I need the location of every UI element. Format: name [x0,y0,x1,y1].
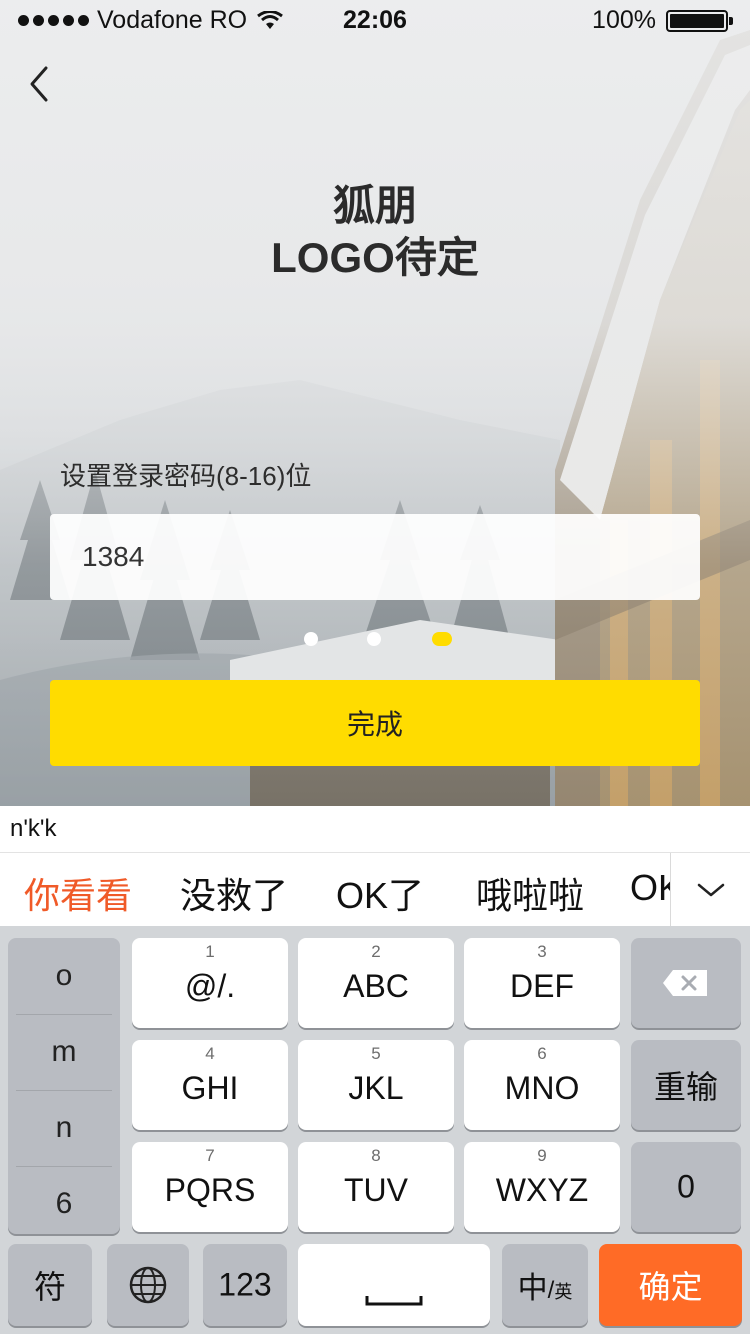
password-label: 设置登录密码(8-16)位 [60,461,312,491]
numbers-label: 123 [218,1266,272,1303]
symbol-key[interactable]: 符 [8,1244,92,1326]
pinyin-selection-column: o m n 6 [8,938,120,1234]
key-9[interactable]: 9 WXYZ [464,1142,620,1232]
key-4[interactable]: 4 GHI [132,1040,288,1130]
key-number: 6 [537,1044,547,1063]
key-8[interactable]: 8 TUV [298,1142,454,1232]
logo-line-1: 狐朋 [332,182,417,229]
language-sub: 英 [554,1282,573,1302]
key-number: 7 [205,1146,215,1165]
key-number: 2 [371,942,381,961]
candidate-item[interactable]: 哦啦啦 [476,867,584,919]
globe-icon [129,1266,167,1304]
key-3[interactable]: 3 DEF [464,938,620,1028]
confirm-key[interactable]: 确定 [599,1244,742,1326]
done-button[interactable]: 完成 [50,680,700,766]
numbers-key[interactable]: 123 [203,1244,287,1326]
key-number: 1 [205,942,215,961]
key-1[interactable]: 1 @/. [132,938,288,1028]
step-indicator [0,632,750,648]
candidate-item[interactable]: OK [630,867,670,909]
pinyin-option[interactable]: o [8,938,120,1014]
back-button[interactable] [22,62,62,106]
chevron-left-icon [30,66,48,102]
ime-composition-text: n'k'k [0,806,750,852]
key-letters: ABC [343,968,409,1004]
pinyin-option[interactable]: m [8,1014,120,1090]
key-7[interactable]: 7 PQRS [132,1142,288,1232]
reenter-label: 重输 [653,1069,718,1105]
logo-line-2: LOGO待定 [271,234,479,281]
chevron-down-icon [697,883,725,897]
key-2[interactable]: 2 ABC [298,938,454,1028]
backspace-icon [663,970,707,996]
key-letters: TUV [344,1172,408,1208]
pinyin-option[interactable]: n [8,1090,120,1166]
app-logo-placeholder: 狐朋 LOGO待定 [0,180,750,284]
step-dot-3-active [432,632,452,646]
candidate-item[interactable]: 没救了 [180,867,288,919]
step-dot-1 [304,632,318,646]
backspace-key[interactable] [631,938,741,1028]
key-number: 3 [537,942,547,961]
key-letters: GHI [181,1070,239,1106]
candidate-list: 你看看 没救了 OK了 哦啦啦 OK [0,853,670,926]
ime-candidate-bar: 你看看 没救了 OK了 哦啦啦 OK [0,852,750,926]
key-letters: @/. [184,968,236,1004]
candidate-item[interactable]: OK了 [336,867,424,919]
symbol-label: 符 [33,1269,66,1305]
key-number: 4 [205,1044,215,1063]
battery-percentage: 100% [592,6,656,34]
key-letters: PQRS [164,1172,256,1208]
language-toggle-key[interactable]: 中/英 [502,1244,588,1326]
step-dot-2 [367,632,381,646]
space-key[interactable] [298,1244,490,1326]
space-icon [365,1296,423,1306]
key-6[interactable]: 6 MNO [464,1040,620,1130]
key-number: 8 [371,1146,381,1165]
battery-icon [666,10,733,32]
language-toggle-label: 中/英 [517,1272,573,1305]
key-letters: JKL [348,1070,404,1106]
key-letters: MNO [504,1070,580,1106]
candidate-item[interactable]: 你看看 [24,867,132,919]
status-bar: Vodafone RO 22:06 100% [0,0,750,40]
key-number: 9 [537,1146,547,1165]
key-number: 5 [371,1044,381,1063]
globe-key[interactable] [107,1244,189,1326]
reenter-key[interactable]: 重输 [631,1040,741,1130]
key-0[interactable]: 0 [631,1142,741,1232]
pinyin-option[interactable]: 6 [8,1166,120,1234]
password-input[interactable] [50,514,700,600]
key-5[interactable]: 5 JKL [298,1040,454,1130]
key-letters: WXYZ [495,1172,589,1208]
zero-label: 0 [677,1168,695,1205]
language-main: 中 [517,1272,548,1305]
key-letters: DEF [510,968,574,1004]
t9-keyboard: o m n 6 1 @/. 2 ABC 3 DEF 4 GHI 5 JKL 6 … [0,926,750,1334]
expand-candidates-button[interactable] [670,853,750,926]
confirm-label: 确定 [638,1269,703,1305]
